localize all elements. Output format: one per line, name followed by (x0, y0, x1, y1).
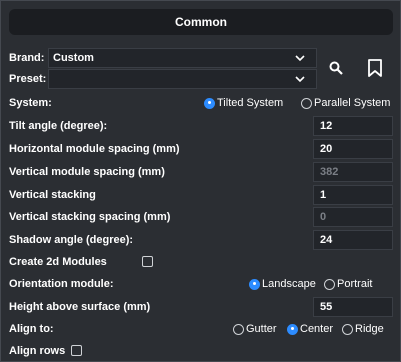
field-value: 20 (320, 143, 333, 155)
align-rows-label: Align rows (9, 345, 66, 357)
radio-portrait[interactable]: Portrait (324, 278, 372, 290)
field-label: Tilt angle (degree): (9, 120, 108, 132)
create-2d-row: Create 2d Modules (9, 252, 107, 272)
orientation-row: Orientation module: (9, 274, 114, 294)
shadow-angle-input[interactable]: 24 (313, 230, 393, 250)
common-panel: Common Brand: Custom Preset: System: Til… (0, 0, 401, 362)
field-row: Shadow angle (degree): (9, 230, 133, 250)
radio-label: Center (300, 323, 334, 335)
tilt-angle-input[interactable]: 12 (313, 116, 393, 136)
preset-row: Preset: (9, 69, 46, 89)
section-title: Common (175, 15, 227, 29)
radio-button (249, 278, 260, 290)
brand-select[interactable]: Custom (48, 48, 317, 68)
field-value: 24 (320, 234, 333, 246)
vertical-spacing-input[interactable]: 382 (313, 162, 393, 182)
section-header[interactable]: Common (9, 9, 393, 35)
vertical-stacking-input[interactable]: 1 (313, 185, 393, 205)
field-label: Horizontal module spacing (mm) (9, 143, 180, 155)
radio-button (324, 278, 335, 290)
height-label: Height above surface (mm) (9, 301, 151, 313)
radio-label: Parallel System (314, 97, 391, 109)
radio-label: Gutter (246, 323, 277, 335)
brand-row: Brand: (9, 48, 44, 68)
align-rows-checkbox[interactable] (71, 345, 82, 356)
radio-button (233, 323, 244, 335)
radio-button (342, 323, 353, 335)
radio-center[interactable]: Center (287, 323, 333, 335)
radio-label: Tilted System (217, 97, 284, 109)
field-row: Vertical stacking spacing (mm) (9, 207, 170, 227)
field-row: Vertical stacking (9, 185, 96, 205)
radio-tilted-system[interactable]: Tilted System (204, 97, 283, 109)
height-row: Height above surface (mm) (9, 297, 150, 317)
field-row: Horizontal module spacing (mm) (9, 139, 180, 159)
field-value: 12 (320, 120, 333, 132)
field-row: Tilt angle (degree): (9, 116, 107, 136)
field-label: Shadow angle (degree): (9, 234, 134, 246)
radio-button (301, 97, 312, 109)
radio-ridge[interactable]: Ridge (342, 323, 384, 335)
radio-landscape[interactable]: Landscape (249, 278, 316, 290)
height-input[interactable]: 55 (313, 297, 393, 317)
align-label: Align to: (9, 323, 54, 335)
radio-button (204, 97, 215, 109)
field-value: 1 (320, 189, 327, 201)
field-label: Vertical stacking spacing (mm) (9, 211, 171, 223)
bookmark-button[interactable] (365, 58, 385, 78)
field-value: 0 (320, 211, 327, 223)
orientation-label: Orientation module: (9, 278, 114, 290)
search-button[interactable] (326, 58, 346, 78)
radio-parallel-system[interactable]: Parallel System (301, 97, 390, 109)
preset-select[interactable] (48, 69, 317, 89)
create-2d-label: Create 2d Modules (9, 256, 107, 268)
radio-label: Landscape (262, 278, 316, 290)
radio-gutter[interactable]: Gutter (233, 323, 277, 335)
horizontal-spacing-input[interactable]: 20 (313, 139, 393, 159)
brand-label: Brand: (9, 52, 45, 64)
system-row: System: (9, 93, 52, 113)
preset-label: Preset: (9, 73, 47, 85)
chevron-down-icon (295, 76, 305, 83)
align-row: Align to: (9, 319, 54, 339)
brand-value: Custom (53, 52, 94, 64)
field-label: Vertical stacking (9, 189, 96, 201)
create-2d-checkbox[interactable] (142, 256, 153, 267)
chevron-down-icon (295, 55, 305, 62)
field-value: 382 (320, 166, 339, 178)
search-icon (329, 61, 343, 75)
field-label: Vertical module spacing (mm) (9, 166, 165, 178)
radio-label: Ridge (355, 323, 384, 335)
vertical-stacking-spacing-input[interactable]: 0 (313, 207, 393, 227)
radio-label: Portrait (337, 278, 373, 290)
radio-button (287, 323, 298, 335)
system-label: System: (9, 97, 52, 109)
field-value: 55 (320, 301, 333, 313)
align-rows-row: Align rows (9, 341, 65, 361)
bookmark-icon (368, 59, 382, 77)
field-row: Vertical module spacing (mm) (9, 162, 165, 182)
